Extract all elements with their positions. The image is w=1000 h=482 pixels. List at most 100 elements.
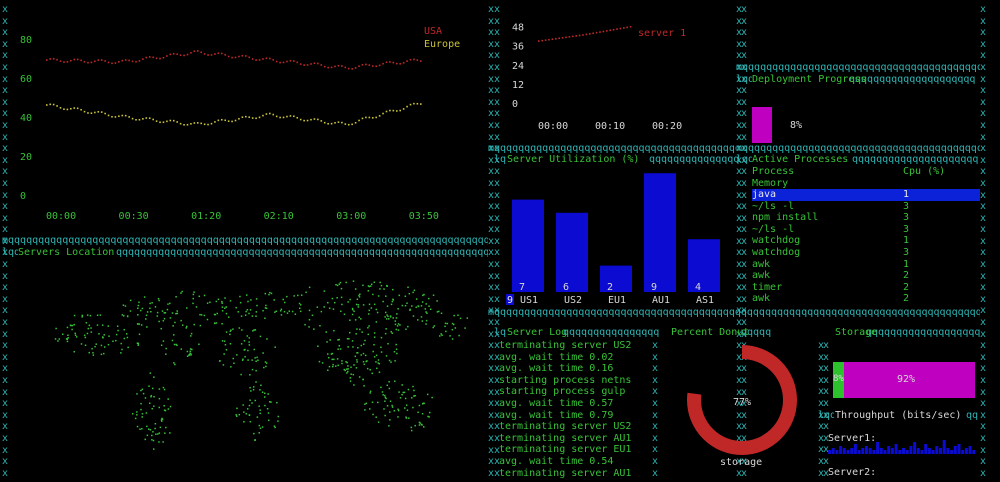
line-point [186, 123, 189, 126]
frame-border: lqqq [2, 247, 18, 258]
deployment-progress-title: Deployment Progress [752, 74, 867, 85]
map-dot [395, 317, 398, 319]
map-dot [188, 354, 191, 356]
map-dot [333, 358, 335, 361]
map-dot [145, 412, 148, 414]
map-dot [262, 309, 264, 312]
map-dot [218, 360, 221, 362]
map-dot [69, 324, 72, 326]
line-point [389, 61, 391, 63]
map-dot [244, 355, 246, 358]
map-dot [255, 315, 257, 317]
map-dot [185, 325, 188, 328]
line-point [118, 115, 120, 118]
map-dot [161, 418, 164, 421]
throughput-bar [853, 444, 857, 454]
line-point [114, 62, 117, 64]
line-point [351, 123, 353, 126]
map-dot [94, 345, 96, 348]
map-dot [246, 309, 249, 311]
column-header-memory[interactable]: Memory [752, 178, 788, 190]
line-point [73, 107, 76, 109]
process-row[interactable]: awk 2 [752, 270, 980, 282]
percent-donut-title: Percent Donut [671, 327, 750, 338]
map-dot [251, 315, 254, 317]
line-point [142, 58, 144, 60]
line-point [413, 58, 415, 61]
line-point [269, 112, 271, 115]
process-row[interactable]: awk 1 [752, 259, 980, 271]
map-dot [265, 362, 268, 364]
line-point [269, 57, 271, 60]
column-header-cpu[interactable]: Cpu (%) [903, 166, 945, 178]
map-dot [407, 286, 409, 289]
map-dot [378, 371, 381, 373]
map-dot [297, 294, 299, 297]
map-dot [156, 311, 159, 314]
line-point [344, 123, 347, 125]
map-dot [264, 292, 267, 295]
map-dot [214, 322, 216, 324]
throughput-bar [831, 448, 835, 454]
map-dot [264, 392, 266, 395]
legend-server-1: server 1 [638, 28, 686, 39]
line-point [265, 57, 268, 60]
line-point [107, 61, 110, 64]
log-line: avg. wait time 0.57 [499, 398, 614, 409]
process-row[interactable]: timer 2 [752, 282, 980, 294]
map-dot [83, 334, 86, 337]
line-point [135, 60, 137, 63]
map-dot [384, 311, 387, 314]
process-row[interactable]: ~/ls -l 3 [752, 201, 980, 213]
map-dot [405, 404, 408, 406]
map-dot [336, 296, 338, 299]
map-dot [251, 368, 254, 371]
map-dot [298, 307, 301, 310]
process-row[interactable]: ~/ls -l 3 [752, 224, 980, 236]
line-point [128, 116, 130, 118]
column-header-process[interactable]: Process [752, 166, 794, 178]
map-dot [270, 292, 273, 295]
map-dot [150, 310, 152, 313]
line-point [159, 57, 161, 60]
line-point [578, 34, 581, 37]
map-dot [209, 301, 211, 304]
log-line: terminating server US2 [499, 421, 632, 433]
map-dot [358, 294, 360, 297]
x-tick-label: 00:20 [652, 121, 682, 132]
x-tick-label: 03:00 [336, 211, 366, 222]
map-dot [156, 315, 159, 317]
map-dot [152, 448, 155, 450]
process-row[interactable]: watchdog 1 [752, 235, 980, 247]
map-dot [332, 365, 334, 368]
map-dot [370, 285, 372, 287]
map-dot [175, 312, 177, 315]
map-dot [340, 287, 343, 290]
line-point [358, 119, 360, 122]
map-dot [457, 314, 459, 317]
map-dot [246, 294, 248, 296]
map-dot [206, 318, 209, 321]
map-dot [264, 317, 266, 320]
map-dot [99, 314, 102, 316]
line-point [155, 120, 158, 122]
process-row[interactable]: watchdog 3 [752, 247, 980, 259]
map-dot [252, 388, 255, 391]
line-point [551, 38, 554, 41]
line-point [320, 64, 323, 66]
map-dot [386, 285, 388, 287]
line-point [568, 36, 571, 38]
process-row[interactable]: awk 2 [752, 293, 980, 305]
throughput-bar [883, 450, 887, 454]
map-dot [103, 334, 105, 336]
map-dot [308, 326, 310, 328]
process-row[interactable]: java 1 [752, 189, 980, 201]
server-utilization-bar-chart: 7 US1 6 US2 2 EU1 9 AU1 4 AS1 9 [506, 173, 720, 306]
frame-border: mqqqqqqqqqqqqqqqqqqqqqqqqqqqqqqqqqqqqqqq… [736, 143, 980, 154]
map-dot [439, 335, 441, 337]
map-dot [251, 402, 253, 404]
map-dot [388, 359, 391, 362]
process-row[interactable]: npm install 3 [752, 212, 980, 224]
map-dot [380, 336, 383, 339]
map-dot [415, 306, 417, 309]
